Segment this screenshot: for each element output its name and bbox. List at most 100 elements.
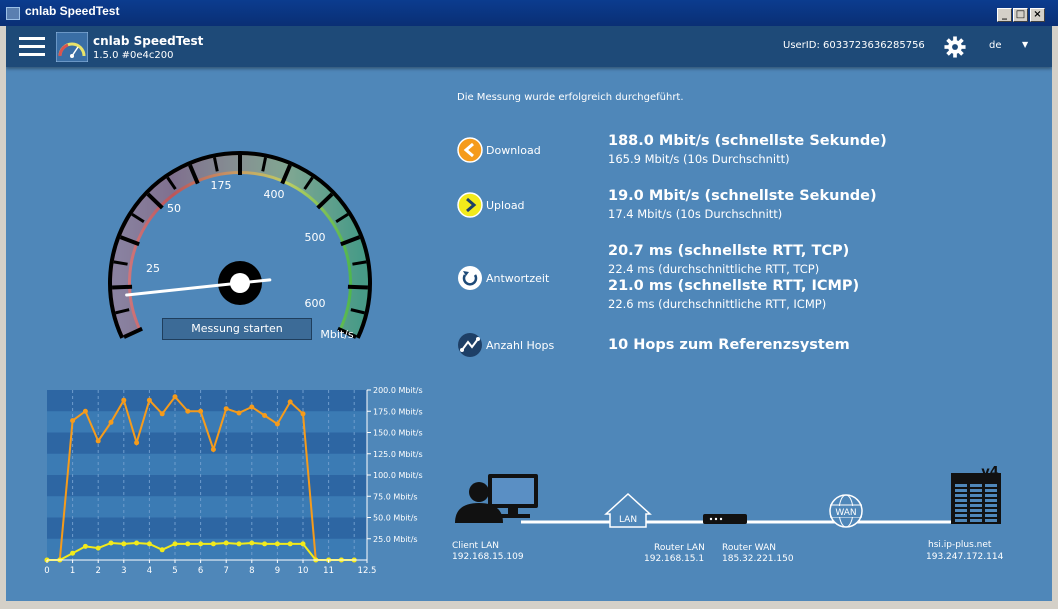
hops-label: Anzahl Hops: [486, 339, 555, 352]
chart-y-tick-label: 50.0 Mbit/s: [373, 514, 418, 523]
upload-icon: [457, 192, 483, 218]
download-icon: [457, 137, 483, 163]
chart-x-tick-label: 10: [298, 566, 309, 576]
rack-slot: [985, 489, 997, 492]
minimize-button[interactable]: _: [997, 8, 1012, 22]
download-series-point: [159, 411, 165, 417]
status-message: Die Messung wurde erfolgreich durchgefüh…: [457, 92, 684, 103]
chart-x-tick-label: 9: [275, 566, 280, 576]
upload-series-point: [262, 541, 268, 547]
maximize-button[interactable]: □: [1013, 8, 1028, 22]
server-rack-icon: v4: [951, 465, 1001, 524]
close-button[interactable]: ×: [1030, 8, 1045, 22]
upload-series-point: [236, 541, 242, 547]
download-series-point: [210, 447, 216, 452]
tcp-average-rtt: 22.4 ms (durchschnittliche RTT, TCP): [608, 262, 820, 276]
rack-slot: [955, 499, 967, 502]
chart-x-tick-label: 5: [172, 566, 177, 576]
upload-series-point: [108, 540, 114, 546]
upload-series-point: [134, 540, 140, 546]
app-client-area: cnlab SpeedTest 1.5.0 #0e4c200 UserID: 6…: [6, 26, 1052, 601]
wan-icon-label: WAN: [835, 508, 856, 518]
lan-house-icon: LAN: [604, 492, 652, 528]
download-series-point: [82, 408, 88, 414]
download-series-point: [95, 438, 101, 444]
chart-x-tick-label: 0: [44, 566, 49, 576]
user-id: UserID: 6033723636285756: [783, 40, 925, 51]
server-hostname: hsi.ip-plus.net: [928, 540, 992, 550]
chart-x-tick-label: 2: [95, 566, 100, 576]
rack-slot: [970, 499, 982, 502]
upload-series-point: [223, 540, 229, 546]
download-series-point: [262, 413, 268, 418]
rack-slot: [955, 514, 967, 517]
chart-y-tick-label: 25.0 Mbit/s: [373, 535, 418, 544]
download-series-point: [172, 394, 178, 400]
chart-x-tick-label: 1: [70, 566, 75, 576]
hops-value: 10 Hops zum Referenzsystem: [608, 337, 850, 353]
latency-label: Antwortzeit: [486, 272, 550, 285]
download-series-point: [223, 406, 229, 412]
upload-average: 17.4 Mbit/s (10s Durchschnitt): [608, 207, 783, 221]
chart-x-tick-label: 11: [323, 566, 334, 576]
rack-slot: [970, 519, 982, 522]
chart-x-tick-label: 4: [147, 566, 152, 576]
download-fastest: 188.0 Mbit/s (schnellste Sekunde): [608, 133, 887, 149]
upload-series-point: [249, 540, 255, 546]
upload-series-point: [198, 541, 204, 547]
upload-series-point: [300, 541, 306, 547]
latency-icon: [458, 266, 482, 290]
chart-x-tick-label: 3: [121, 566, 126, 576]
upload-series-point: [121, 541, 127, 547]
router-wan-ip: 185.32.221.150: [722, 554, 794, 564]
language-select[interactable]: de: [989, 40, 1002, 51]
download-average: 165.9 Mbit/s (10s Durchschnitt): [608, 152, 790, 166]
title-bar[interactable]: cnlab SpeedTest _ □ ×: [0, 0, 1058, 26]
ipv4-badge: v4: [981, 465, 999, 480]
upload-series-point: [172, 541, 178, 547]
upload-series-point: [82, 543, 88, 549]
download-series-point: [249, 404, 255, 410]
upload-series-point: [70, 550, 76, 556]
wan-globe-icon: WAN: [829, 494, 863, 528]
rack-slot: [970, 494, 982, 497]
rack-slot: [985, 499, 997, 502]
chart-x-tick-label: 6: [198, 566, 203, 576]
lan-icon-label: LAN: [619, 515, 637, 525]
gear-icon[interactable]: [944, 36, 966, 58]
upload-series-point: [146, 541, 152, 547]
rack-slot: [985, 514, 997, 517]
chart-x-tick-label: 8: [249, 566, 254, 576]
chevron-down-icon[interactable]: ▼: [1022, 40, 1028, 49]
chart-band: [47, 517, 367, 539]
rack-slot: [985, 494, 997, 497]
chart-y-tick-label: 175.0 Mbit/s: [373, 407, 423, 416]
chart-band: [47, 390, 367, 412]
router-lan-ip: 192.168.15.1: [644, 554, 705, 564]
download-series-point: [287, 399, 293, 405]
client-lan-ip: 192.168.15.109: [452, 552, 524, 562]
chart-y-tick-label: 150.0 Mbit/s: [373, 429, 423, 438]
download-series-point: [134, 440, 140, 446]
router-lan-name: Router LAN: [654, 543, 705, 553]
upload-label: Upload: [486, 199, 525, 212]
chart-y-tick-label: 200.0 Mbit/s: [373, 386, 423, 395]
chart-x-tick-label: 7: [223, 566, 228, 576]
tcp-fastest-rtt: 20.7 ms (schnellste RTT, TCP): [608, 243, 850, 259]
upload-fastest: 19.0 Mbit/s (schnellste Sekunde): [608, 188, 877, 204]
upload-series-point: [159, 547, 165, 553]
upload-series-point: [274, 541, 280, 547]
rack-slot: [955, 494, 967, 497]
download-label: Download: [486, 144, 541, 157]
rack-slot: [970, 484, 982, 487]
chart-y-tick-label: 75.0 Mbit/s: [373, 492, 418, 501]
upload-series-point: [287, 541, 293, 547]
rack-slot: [985, 519, 997, 522]
download-series-point: [274, 421, 280, 427]
download-series-point: [121, 397, 127, 403]
chart-x-tick-label: 12.5: [358, 566, 377, 576]
rack-slot: [955, 484, 967, 487]
download-series-point: [236, 410, 242, 416]
app-window-icon: [6, 7, 20, 20]
window-title: cnlab SpeedTest: [25, 4, 120, 18]
